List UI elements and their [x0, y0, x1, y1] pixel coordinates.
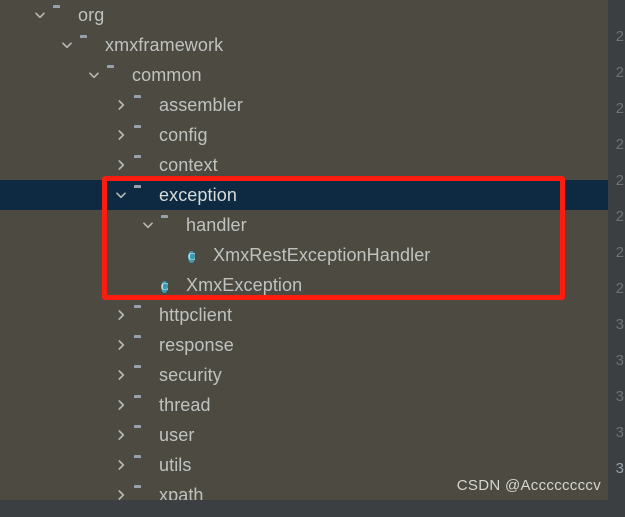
tree-node-label: xmxframework — [105, 34, 224, 55]
chevron-down-icon[interactable] — [59, 37, 75, 53]
tree-row[interactable]: handler — [0, 210, 608, 240]
tree-row[interactable]: exception — [0, 180, 608, 210]
line-number: 3 — [615, 352, 624, 369]
tree-node-label: xpath — [159, 484, 204, 501]
folder-icon — [134, 486, 152, 500]
tree-node-label: XmxRestExceptionHandler — [213, 244, 431, 265]
tree-row[interactable]: C XmxException — [0, 270, 608, 300]
folder-icon — [134, 456, 152, 474]
tree-row[interactable]: context — [0, 150, 608, 180]
folder-icon — [134, 156, 152, 174]
chevron-right-icon[interactable] — [113, 337, 129, 353]
editor-line-number-gutter: 2 2 2 2 2 2 2 2 3 3 3 3 3 — [608, 0, 625, 500]
folder-icon — [134, 306, 152, 324]
tree-node-label: handler — [186, 214, 247, 235]
chevron-down-icon[interactable] — [140, 217, 156, 233]
tree-node-label: user — [159, 424, 195, 445]
tree-row[interactable]: security — [0, 360, 608, 390]
line-number: 3 — [615, 424, 624, 441]
tree-node-label: org — [78, 4, 105, 25]
tree-node-label: common — [132, 64, 202, 85]
chevron-right-icon[interactable] — [113, 127, 129, 143]
chevron-right-icon[interactable] — [113, 487, 129, 500]
line-number: 2 — [615, 208, 624, 225]
watermark-text: CSDN @Accccccccv — [456, 477, 601, 494]
tree-row[interactable]: xmxframework — [0, 30, 608, 60]
tree-node-label: httpclient — [159, 304, 233, 325]
chevron-right-icon[interactable] — [113, 367, 129, 383]
tree-node-label: context — [159, 154, 218, 175]
java-class-icon: C — [188, 251, 196, 263]
chevron-down-icon[interactable] — [86, 67, 102, 83]
tree-row[interactable]: C XmxRestExceptionHandler — [0, 240, 608, 270]
tree-row[interactable]: common — [0, 60, 608, 90]
project-tree-panel[interactable]: org xmxframework common assembler config cont… — [0, 0, 608, 500]
tree-node-label: response — [159, 334, 234, 355]
tree-row[interactable]: assembler — [0, 90, 608, 120]
tree-row[interactable]: utils — [0, 450, 608, 480]
folder-icon — [107, 66, 125, 84]
chevron-right-icon[interactable] — [113, 397, 129, 413]
line-number: 2 — [615, 172, 624, 189]
tree-node-label: assembler — [159, 94, 243, 115]
folder-icon — [134, 336, 152, 354]
folder-icon — [134, 186, 152, 204]
tree-node-label: utils — [159, 454, 192, 475]
tree-row[interactable]: thread — [0, 390, 608, 420]
folder-icon — [134, 426, 152, 444]
line-number: 2 — [615, 244, 624, 261]
tree-row[interactable]: user — [0, 420, 608, 450]
chevron-right-icon[interactable] — [113, 307, 129, 323]
line-number: 3 — [615, 388, 624, 405]
line-number: 2 — [615, 64, 624, 81]
tree-row[interactable]: httpclient — [0, 300, 608, 330]
chevron-down-icon[interactable] — [32, 7, 48, 23]
tree-row[interactable]: response — [0, 330, 608, 360]
line-number: 2 — [615, 280, 624, 297]
tree-node-label: exception — [159, 184, 237, 205]
line-number: 2 — [615, 136, 624, 153]
line-number: 2 — [615, 28, 624, 45]
bottom-tool-strip[interactable] — [0, 500, 625, 517]
tree-row[interactable]: config — [0, 120, 608, 150]
tree-node-label: config — [159, 124, 208, 145]
chevron-right-icon[interactable] — [113, 97, 129, 113]
chevron-down-icon[interactable] — [113, 187, 129, 203]
line-number: 2 — [615, 100, 624, 117]
folder-icon — [53, 6, 71, 24]
tree-node-label: security — [159, 364, 222, 385]
tree-node-label: thread — [159, 394, 211, 415]
chevron-right-icon[interactable] — [113, 457, 129, 473]
folder-icon — [80, 36, 98, 54]
tree-row[interactable]: org — [0, 0, 608, 30]
folder-icon — [134, 126, 152, 144]
line-number: 3 — [615, 316, 624, 333]
folder-icon — [134, 366, 152, 384]
line-number: 3 — [615, 460, 624, 477]
ide-project-view: org xmxframework common assembler config cont… — [0, 0, 625, 517]
chevron-right-icon[interactable] — [113, 157, 129, 173]
java-class-icon: C — [161, 281, 169, 293]
folder-icon — [134, 396, 152, 414]
tree-node-label: XmxException — [186, 274, 303, 295]
folder-icon — [161, 216, 179, 234]
chevron-right-icon[interactable] — [113, 427, 129, 443]
folder-icon — [134, 96, 152, 114]
